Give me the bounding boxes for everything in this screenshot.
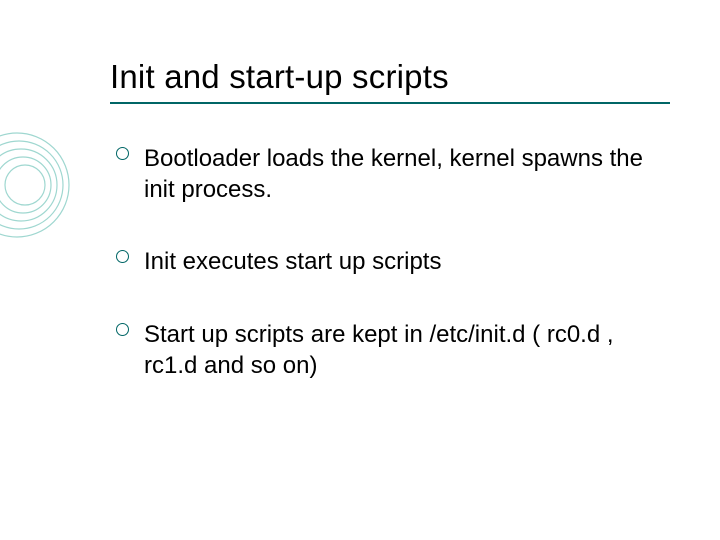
list-item: Init executes start up scripts — [116, 247, 670, 278]
slide-title: Init and start-up scripts — [110, 58, 670, 96]
slide: Init and start-up scripts Bootloader loa… — [0, 0, 720, 540]
title-underline — [110, 102, 670, 104]
title-block: Init and start-up scripts — [110, 58, 670, 104]
list-item: Bootloader loads the kernel, kernel spaw… — [116, 144, 670, 205]
bullet-text: Start up scripts are kept in /etc/init.d… — [144, 321, 614, 379]
bullet-list: Bootloader loads the kernel, kernel spaw… — [110, 144, 670, 382]
bullet-icon — [116, 147, 129, 160]
bullet-icon — [116, 250, 129, 263]
list-item: Start up scripts are kept in /etc/init.d… — [116, 320, 670, 381]
bullet-text: Init executes start up scripts — [144, 248, 441, 275]
bullet-icon — [116, 323, 129, 336]
bullet-text: Bootloader loads the kernel, kernel spaw… — [144, 145, 643, 203]
